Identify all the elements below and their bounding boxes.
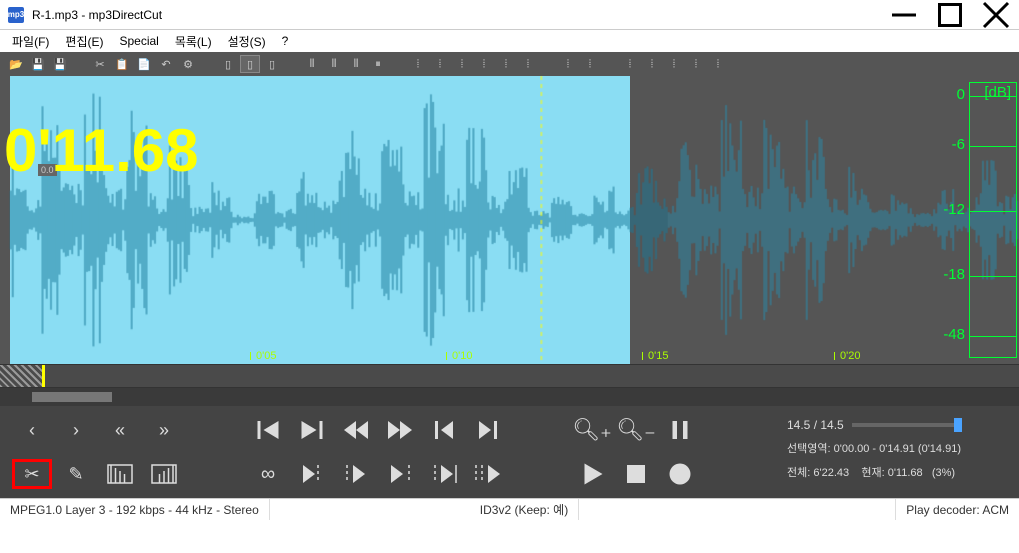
marker6-icon[interactable]: ⦙ [518,55,538,73]
cut-icon[interactable]: ✂ [90,55,110,73]
zoom-text: 14.5 / 14.5 [787,418,844,432]
goto-start-button[interactable] [248,415,288,445]
playsel4-button[interactable] [424,459,464,489]
overview-playhead [42,365,45,387]
playsel5-button[interactable] [468,459,508,489]
total-label: 전체: [787,467,810,479]
nav1-icon[interactable]: ⦀ [302,55,322,73]
window-title: R-1.mp3 - mp3DirectCut [32,8,881,22]
doc3-icon[interactable]: ▯ [262,55,282,73]
time-overlay: 0'11.68 [4,116,198,185]
open-icon[interactable]: 📂 [6,55,26,73]
last-button[interactable] [468,415,508,445]
playsel3-button[interactable] [380,459,420,489]
goto-end-button[interactable] [292,415,332,445]
waveform-display[interactable]: 0.0 0'11.68 0'050'100'150'20 [dB] 0-6-12… [0,76,1019,364]
record-button[interactable] [660,459,700,489]
menu-help[interactable]: ? [274,34,297,48]
playsel2-button[interactable] [336,459,376,489]
edit5-icon[interactable]: ⦙ [664,55,684,73]
close-button[interactable] [973,0,1019,30]
edit7-icon[interactable]: ⦙ [708,55,728,73]
edit-button[interactable]: ✎ [56,459,96,489]
save-selection-icon[interactable]: 💾 [50,55,70,73]
pause-button[interactable] [660,415,700,445]
marker3-icon[interactable]: ⦙ [452,55,472,73]
marker4-icon[interactable]: ⦙ [474,55,494,73]
copy-icon[interactable]: 📋 [112,55,132,73]
zoom-slider[interactable] [852,423,962,427]
maximize-button[interactable] [927,0,973,30]
edit2-icon[interactable]: ⦙ [580,55,600,73]
fastforward-button[interactable]: » [144,415,184,445]
redo-icon[interactable]: ⚙ [178,55,198,73]
current-value: 0'11.68 [888,467,923,479]
marker5-icon[interactable]: ⦙ [496,55,516,73]
status-id3: ID3v2 (Keep: 예) [470,499,579,520]
undo-icon[interactable]: ↶ [156,55,176,73]
marker2-icon[interactable]: ⦙ [430,55,450,73]
db-tick: -6 [952,136,965,153]
skip-back-button[interactable] [336,415,376,445]
total-value: 6'22.43 [813,467,849,479]
time-mark: 0'05 [256,350,276,362]
first-button[interactable] [424,415,464,445]
current-label: 현재: [861,467,884,479]
next-button[interactable]: › [56,415,96,445]
doc2-icon[interactable]: ▯ [240,55,260,73]
menu-edit[interactable]: 편집(E) [57,33,111,50]
time-mark: 0'10 [452,350,472,362]
status-format: MPEG1.0 Layer 3 - 192 kbps - 44 kHz - St… [0,499,270,520]
edit6-icon[interactable]: ⦙ [686,55,706,73]
scroll-thumb[interactable] [32,392,112,402]
edit4-icon[interactable]: ⦙ [642,55,662,73]
save-icon[interactable]: 💾 [28,55,48,73]
menu-list[interactable]: 목록(L) [167,33,220,50]
edit1-icon[interactable]: ⦙ [558,55,578,73]
menu-special[interactable]: Special [111,34,166,48]
menu-file[interactable]: 파일(F) [4,33,57,50]
stop-button[interactable] [616,459,656,489]
doc1-icon[interactable]: ▯ [218,55,238,73]
edit3-icon[interactable]: ⦙ [620,55,640,73]
selection-label: 선택영역: [787,443,831,455]
rewind-button[interactable]: « [100,415,140,445]
nav3-icon[interactable]: ⦀ [346,55,366,73]
skip-forward-button[interactable] [380,415,420,445]
db-tick: -18 [943,266,965,283]
db-tick: -48 [943,326,965,343]
menu-settings[interactable]: 설정(S) [220,33,274,50]
selection-value: 0'00.00 - 0'14.91 (0'14.91) [834,443,961,455]
prev-button[interactable]: ‹ [12,415,52,445]
pause-icon[interactable]: ⏸ [368,55,388,73]
toolbar: 📂 💾 💾 ✂ 📋 📄 ↶ ⚙ ▯ ▯ ▯ ⦀ ⦀ ⦀ ⏸ ⦙ ⦙ ⦙ ⦙ ⦙ … [0,52,1019,76]
horizontal-scrollbar[interactable] [0,388,1019,406]
overview-strip[interactable] [0,364,1019,388]
db-tick: 0 [957,86,965,103]
zoom-slider-thumb[interactable] [954,418,962,432]
zoom-in-button[interactable]: 🔍︎₊ [572,415,612,445]
loop-button[interactable]: ∞ [248,459,288,489]
paste-icon[interactable]: 📄 [134,55,154,73]
fade1-button[interactable] [100,459,140,489]
overview-selection [0,365,42,387]
fade2-button[interactable] [144,459,184,489]
marker1-icon[interactable]: ⦙ [408,55,428,73]
db-tick: -12 [943,201,965,218]
time-mark: 0'20 [840,350,860,362]
time-mark: 0'15 [648,350,668,362]
status-decoder: Play decoder: ACM [895,499,1019,520]
app-icon: mp3 [8,7,24,23]
minimize-button[interactable] [881,0,927,30]
percent-value: (3%) [932,467,955,479]
zoom-out-button[interactable]: 🔍︎₋ [616,415,656,445]
db-meter-box [969,82,1017,358]
cut-button[interactable]: ✂ [12,459,52,489]
nav2-icon[interactable]: ⦀ [324,55,344,73]
playsel1-button[interactable] [292,459,332,489]
play-button[interactable] [572,459,612,489]
